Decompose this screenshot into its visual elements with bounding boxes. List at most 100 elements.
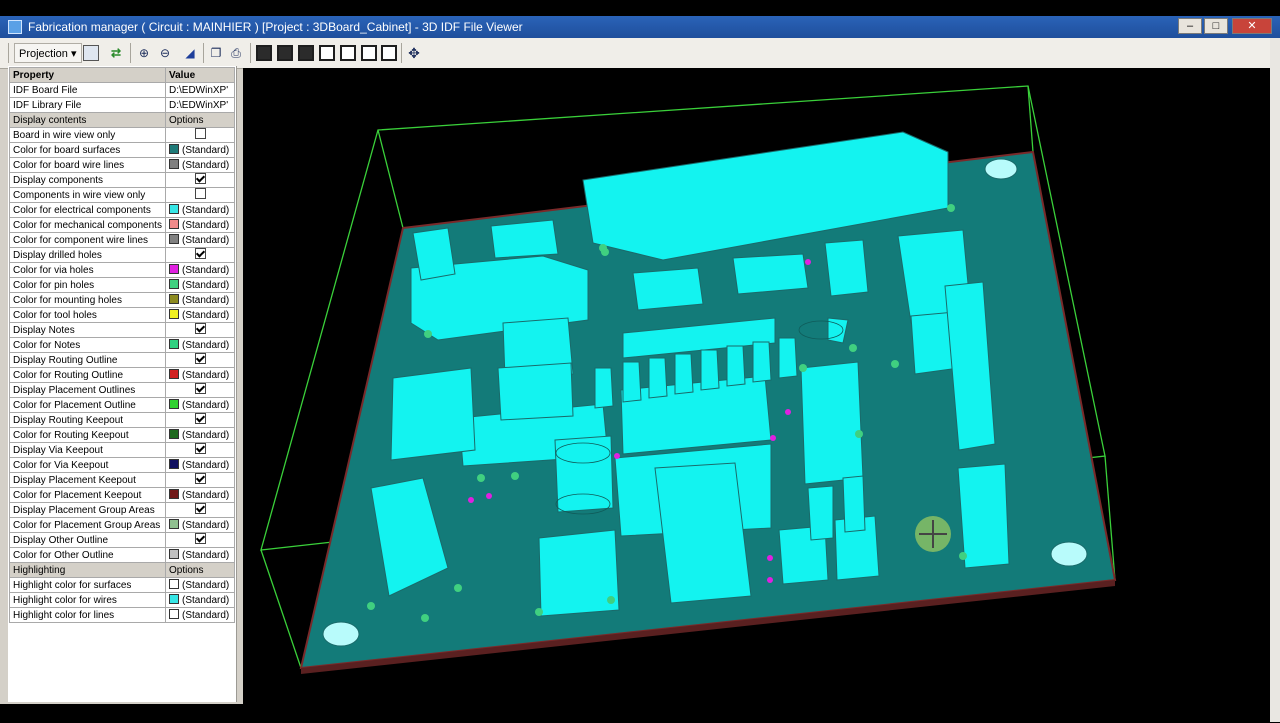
property-value[interactable]: (Standard) [165,157,235,173]
view-front-icon[interactable] [298,45,314,61]
property-value[interactable]: (Standard) [165,217,235,233]
property-row[interactable]: Display Notes [9,322,235,338]
property-row[interactable]: Display contents Options [9,112,235,128]
property-row[interactable]: Color for Notes (Standard) [9,337,235,353]
copy-icon[interactable]: ❐ [208,45,224,61]
property-value[interactable]: (Standard) [165,142,235,158]
property-checkbox-cell[interactable] [165,172,235,188]
property-row[interactable]: Display Other Outline [9,532,235,548]
property-checkbox-cell[interactable] [165,187,235,203]
checkbox[interactable] [195,173,206,184]
property-row[interactable]: Color for board wire lines (Standard) [9,157,235,173]
checkbox[interactable] [195,383,206,394]
refresh-icon[interactable]: ⇄ [108,45,124,61]
property-value[interactable]: (Standard) [165,262,235,278]
property-value[interactable]: (Standard) [165,277,235,293]
checkbox[interactable] [195,188,206,199]
property-checkbox-cell[interactable] [165,412,235,428]
property-row[interactable]: Display components [9,172,235,188]
property-value[interactable]: (Standard) [165,457,235,473]
property-value[interactable]: (Standard) [165,397,235,413]
property-checkbox-cell[interactable] [165,127,235,143]
property-row[interactable]: Board in wire view only [9,127,235,143]
property-row[interactable]: Color for via holes (Standard) [9,262,235,278]
property-row[interactable]: Color for Routing Outline (Standard) [9,367,235,383]
zoom-fit-icon[interactable]: ◢ [182,45,198,61]
property-row[interactable]: Color for Placement Outline (Standard) [9,397,235,413]
property-row[interactable]: Color for mechanical components (Standard… [9,217,235,233]
view-back-icon[interactable] [340,45,356,61]
projection-dropdown[interactable]: Projection ▾ [14,43,82,63]
3d-viewport[interactable] [243,68,1270,718]
view-iso-icon[interactable] [256,45,272,61]
view-top-icon[interactable] [277,45,293,61]
property-value[interactable]: (Standard) [165,547,235,563]
property-checkbox-cell[interactable] [165,247,235,263]
property-row[interactable]: Display Routing Keepout [9,412,235,428]
property-value[interactable]: (Standard) [165,337,235,353]
property-value[interactable]: (Standard) [165,577,235,593]
property-value[interactable]: (Standard) [165,592,235,608]
property-row[interactable]: Components in wire view only [9,187,235,203]
property-row[interactable]: Display Placement Outlines [9,382,235,398]
zoom-in-icon[interactable]: ⊕ [136,45,152,61]
property-value[interactable]: Options [165,112,235,128]
checkbox[interactable] [195,248,206,259]
property-row[interactable]: Display drilled holes [9,247,235,263]
property-row[interactable]: Highlight color for lines (Standard) [9,607,235,623]
property-row[interactable]: Color for Routing Keepout (Standard) [9,427,235,443]
property-row[interactable]: Highlight color for surfaces (Standard) [9,577,235,593]
property-row[interactable]: Highlighting Options [9,562,235,578]
view-bottom-icon[interactable] [361,45,377,61]
property-value[interactable]: (Standard) [165,517,235,533]
property-row[interactable]: Display Placement Group Areas [9,502,235,518]
property-value[interactable]: D:\EDWinXP' [165,97,235,113]
property-value[interactable]: (Standard) [165,232,235,248]
close-button[interactable]: ✕ [1232,18,1272,34]
property-checkbox-cell[interactable] [165,322,235,338]
print-preview-icon[interactable]: ⎙ [228,45,244,61]
property-row[interactable]: Color for pin holes (Standard) [9,277,235,293]
pan-icon[interactable]: ✥ [406,45,422,61]
property-checkbox-cell[interactable] [165,382,235,398]
property-row[interactable]: Color for component wire lines (Standard) [9,232,235,248]
minimize-button[interactable]: – [1178,18,1202,34]
property-row[interactable]: Color for board surfaces (Standard) [9,142,235,158]
checkbox[interactable] [195,323,206,334]
checkbox[interactable] [195,353,206,364]
property-row[interactable]: Highlight color for wires (Standard) [9,592,235,608]
property-row[interactable]: IDF Library File D:\EDWinXP' [9,97,235,113]
checkbox[interactable] [195,503,206,514]
property-checkbox-cell[interactable] [165,502,235,518]
property-row[interactable]: Color for Placement Keepout (Standard) [9,487,235,503]
property-value[interactable]: D:\EDWinXP' [165,82,235,98]
property-row[interactable]: Color for Other Outline (Standard) [9,547,235,563]
property-checkbox-cell[interactable] [165,532,235,548]
checkbox[interactable] [195,443,206,454]
property-value[interactable]: (Standard) [165,292,235,308]
checkbox[interactable] [195,533,206,544]
zoom-out-icon[interactable]: ⊖ [157,45,173,61]
property-value[interactable]: (Standard) [165,427,235,443]
checkbox[interactable] [195,128,206,139]
property-value[interactable]: (Standard) [165,487,235,503]
property-row[interactable]: Color for Via Keepout (Standard) [9,457,235,473]
properties-icon[interactable] [83,45,99,61]
property-row[interactable]: IDF Board File D:\EDWinXP' [9,82,235,98]
property-row[interactable]: Color for Placement Group Areas (Standard… [9,517,235,533]
property-checkbox-cell[interactable] [165,472,235,488]
view-right-icon[interactable] [381,45,397,61]
property-row[interactable]: Color for tool holes (Standard) [9,307,235,323]
vertical-scrollbar[interactable] [1270,38,1280,722]
property-checkbox-cell[interactable] [165,352,235,368]
view-side-icon[interactable] [319,45,335,61]
property-row[interactable]: Display Placement Keepout [9,472,235,488]
property-value[interactable]: (Standard) [165,202,235,218]
title-bar[interactable]: Fabrication manager ( Circuit : MAINHIER… [0,16,1280,38]
property-checkbox-cell[interactable] [165,442,235,458]
property-row[interactable]: Display Via Keepout [9,442,235,458]
property-row[interactable]: Color for mounting holes (Standard) [9,292,235,308]
property-value[interactable]: (Standard) [165,607,235,623]
property-value[interactable]: (Standard) [165,367,235,383]
property-row[interactable]: Display Routing Outline [9,352,235,368]
